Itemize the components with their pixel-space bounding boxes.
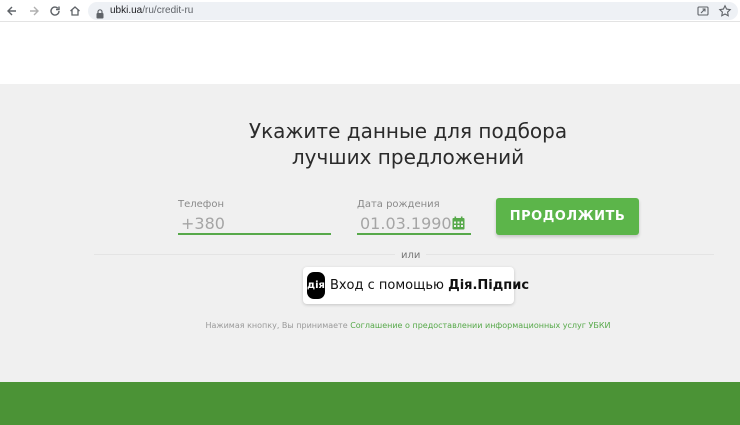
forward-icon[interactable] [26, 3, 42, 19]
title-line-1: Укажите данные для подбора [248, 119, 568, 143]
address-bar[interactable]: ubki.ua/ru/credit-ru [88, 2, 738, 20]
diia-signin-button[interactable]: дія Вход с помощью Дія.Підпис [303, 267, 529, 304]
diia-brand: Дія.Підпис [448, 278, 530, 293]
reload-icon[interactable] [47, 3, 63, 19]
consent-text: Нажимая кнопку, Вы принимаете Соглашение… [0, 321, 740, 330]
birthdate-value: 01.03.1990 [360, 214, 452, 233]
bookmark-star-icon[interactable] [718, 4, 732, 18]
page-title: Укажите данные для подбора лучших предло… [0, 118, 740, 170]
back-icon[interactable] [4, 3, 20, 19]
title-line-2: лучших предложений [291, 145, 525, 169]
url-host: ubki.ua [110, 5, 143, 16]
share-icon[interactable] [696, 4, 710, 18]
or-separator: или [395, 250, 427, 261]
phone-label: Телефон [178, 199, 225, 210]
browser-toolbar: ubki.ua/ru/credit-ru [0, 0, 740, 22]
diia-button-label: Вход с помощью Дія.Підпис [330, 278, 529, 293]
home-icon[interactable] [67, 3, 83, 19]
lock-icon[interactable] [96, 6, 104, 24]
consent-prefix: Нажимая кнопку, Вы принимаете [205, 321, 351, 330]
consent-link[interactable]: Соглашение о предоставлении информационн… [350, 321, 610, 330]
url-text: ubki.ua/ru/credit-ru [110, 4, 193, 18]
phone-field[interactable]: +380 [178, 213, 331, 235]
birthdate-field[interactable]: 01.03.1990 [357, 213, 471, 235]
phone-value: +380 [181, 214, 225, 233]
diia-logo: дія [307, 272, 325, 299]
birthdate-label: Дата рождения [357, 199, 440, 210]
footer [0, 382, 740, 425]
calendar-icon[interactable] [452, 216, 465, 235]
url-path: /ru/credit-ru [142, 5, 194, 16]
continue-button[interactable]: ПРОДОЛЖИТЬ [496, 198, 639, 235]
diia-prefix: Вход с помощью [329, 278, 449, 293]
